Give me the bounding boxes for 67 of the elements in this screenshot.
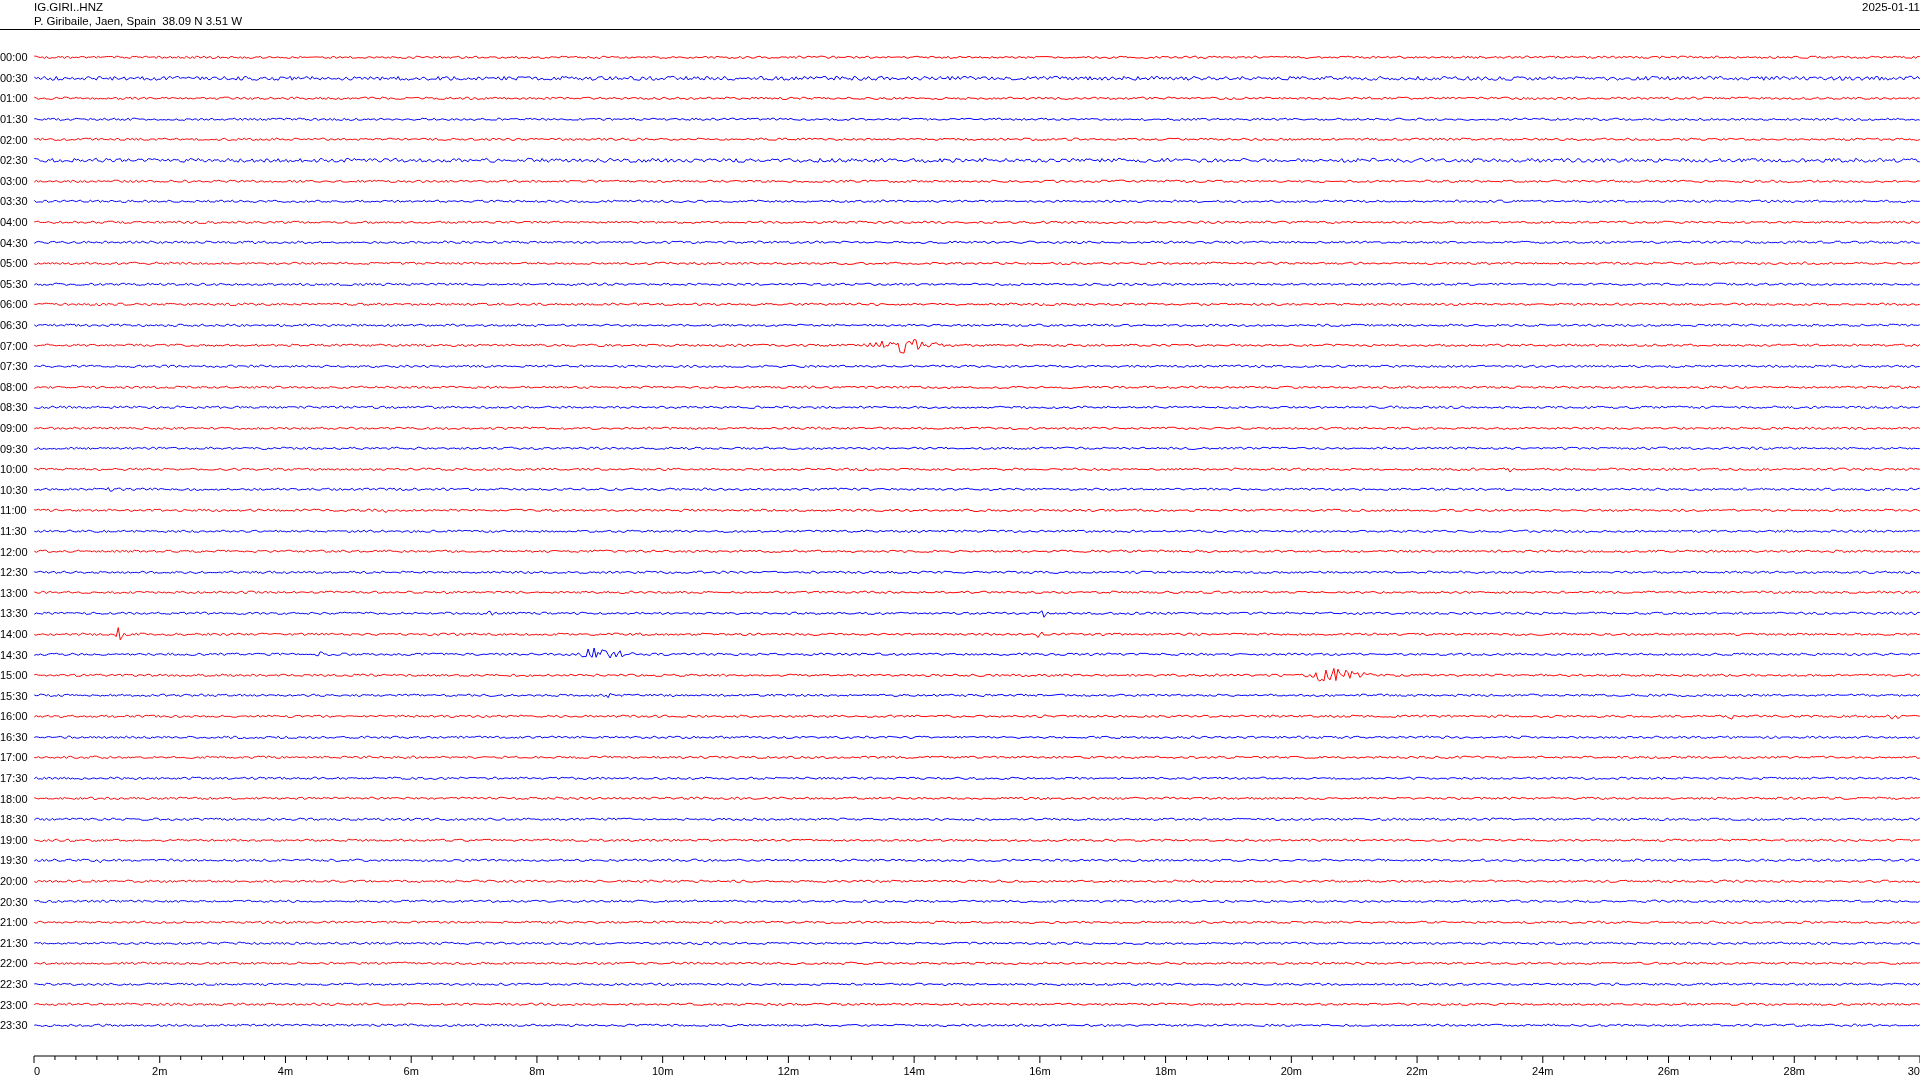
row-time-label: 14:00 [0, 627, 29, 640]
row-time-label: 00:00 [0, 51, 29, 64]
row-time-label: 18:00 [0, 792, 29, 805]
axis-tick-label: 18m [1154, 1064, 1177, 1077]
axis-tick-label: 16m [1029, 1064, 1051, 1077]
row-time-label: 09:30 [0, 442, 29, 455]
row-time-label: 21:00 [0, 916, 29, 929]
axis-tick-label: 26m [1657, 1064, 1680, 1077]
row-time-label: 19:00 [0, 833, 29, 846]
station-location: P. Giribaile, Jaen, Spain 38.09 N 3.51 W [34, 14, 243, 28]
axis-tick-label: 20m [1280, 1064, 1303, 1077]
row-time-label: 05:30 [0, 277, 29, 290]
axis-tick-label: 24m [1532, 1064, 1554, 1077]
row-time-label: 01:30 [0, 113, 29, 126]
row-time-label: 12:30 [0, 566, 29, 579]
row-time-label: 05:00 [0, 257, 29, 270]
row-time-label: 19:30 [0, 854, 29, 867]
row-time-label: 17:00 [0, 751, 29, 764]
axis-tick-label: 14m [903, 1064, 925, 1077]
row-time-label: 13:30 [0, 607, 29, 620]
row-time-label: 02:00 [0, 133, 29, 146]
row-time-label: 10:30 [0, 483, 29, 496]
row-time-label: 23:30 [0, 1019, 29, 1032]
row-time-label: 09:00 [0, 422, 29, 434]
row-time-label: 08:00 [0, 380, 29, 393]
row-time-label: 15:30 [0, 689, 29, 702]
row-time-label: 13:00 [0, 586, 29, 599]
axis-tick-label: 28m [1783, 1064, 1805, 1077]
row-time-label: 10:00 [0, 463, 29, 476]
row-time-label: 16:30 [0, 730, 29, 743]
row-time-label: 06:30 [0, 319, 29, 331]
row-time-label: 20:00 [0, 875, 29, 888]
row-time-label: 14:30 [0, 648, 29, 661]
axis-tick-label: 22m [1406, 1064, 1428, 1077]
row-time-label: 01:00 [0, 92, 29, 105]
axis-tick-label: 8m [529, 1064, 545, 1077]
row-time-label: 04:00 [0, 216, 29, 229]
axis-tick-label: 4m [277, 1064, 294, 1077]
row-time-label: 22:30 [0, 978, 29, 990]
row-time-label: 21:30 [0, 936, 29, 949]
row-time-label: 07:30 [0, 360, 29, 373]
row-time-label: 15:00 [0, 669, 29, 682]
row-time-label: 12:00 [0, 545, 29, 558]
axis-tick-label: 6m [403, 1064, 419, 1077]
axis-tick-label: 10m [651, 1064, 674, 1077]
row-time-label: 03:00 [0, 174, 29, 187]
row-time-label: 07:00 [0, 339, 29, 352]
row-time-label: 00:30 [0, 71, 29, 84]
row-time-label: 18:30 [0, 813, 29, 826]
axis-tick-label: 30 [1907, 1064, 1920, 1077]
row-time-label: 17:30 [0, 772, 29, 785]
axis-tick-label: 12m [777, 1064, 800, 1077]
axis-tick-label: 0 [34, 1064, 41, 1077]
row-time-label: 20:30 [0, 895, 29, 908]
row-time-label: 16:00 [0, 710, 29, 723]
row-time-label: 02:30 [0, 154, 29, 167]
row-time-label: 08:30 [0, 401, 29, 414]
row-time-label: 03:30 [0, 195, 29, 208]
row-time-label: 04:30 [0, 236, 29, 249]
row-time-label: 11:30 [0, 524, 28, 537]
row-time-label: 22:00 [0, 957, 29, 970]
plot-date: 2025-01-11 [1862, 0, 1920, 14]
row-time-label: 06:00 [0, 298, 29, 311]
station-code: IG.GIRI..HNZ [34, 0, 104, 14]
axis-tick-label: 2m [152, 1064, 168, 1077]
row-time-label: 23:00 [0, 998, 29, 1011]
row-time-label: 11:00 [0, 504, 28, 517]
